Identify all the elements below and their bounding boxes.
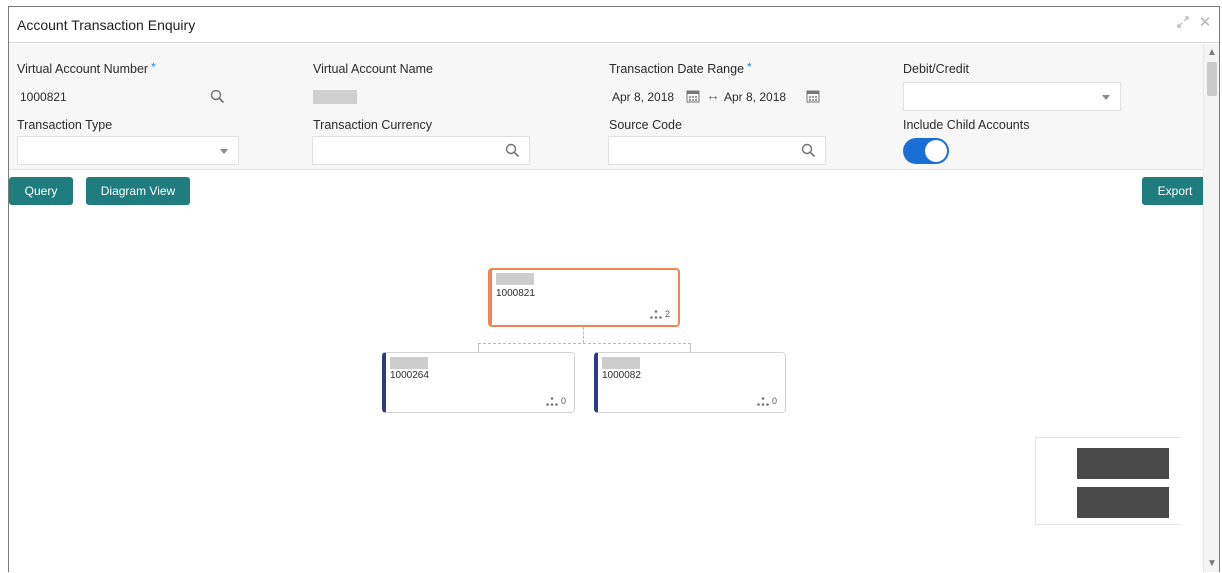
connector-line: [478, 343, 691, 344]
child-count: 2: [650, 309, 670, 319]
include-child-accounts-toggle[interactable]: [903, 138, 949, 164]
child-count: 0: [546, 396, 566, 406]
search-icon[interactable]: [210, 89, 226, 105]
hierarchy-icon: [757, 397, 769, 406]
hierarchy-icon: [546, 397, 558, 406]
virtual-account-name-value: [313, 90, 357, 104]
virtual-account-name-field: Virtual Account Name: [313, 60, 433, 78]
transaction-date-range-field: Transaction Date Range *: [609, 60, 752, 78]
account-id: 1000821: [496, 288, 535, 299]
virtual-account-number-value: 1000821: [20, 90, 67, 104]
range-separator: ↔: [706, 87, 720, 103]
transaction-currency-input[interactable]: [312, 136, 530, 165]
query-button[interactable]: Query: [9, 177, 73, 205]
debit-credit-field: Debit/Credit: [903, 60, 969, 78]
toggle-knob: [925, 140, 947, 162]
virtual-account-name-label: Virtual Account Name: [313, 62, 433, 76]
account-name-masked: [602, 357, 640, 369]
chevron-down-icon[interactable]: [220, 149, 228, 154]
search-icon[interactable]: [801, 143, 817, 159]
calendar-icon[interactable]: [686, 89, 700, 103]
close-icon[interactable]: ✕: [1197, 15, 1213, 31]
hierarchy-icon: [650, 310, 662, 319]
source-code-field: Source Code: [609, 116, 682, 134]
transaction-type-field: Transaction Type: [17, 116, 112, 134]
chevron-down-icon[interactable]: [1102, 95, 1110, 100]
required-mark: *: [747, 60, 752, 74]
minimap-block: [1077, 448, 1169, 479]
collapse-arrows-icon[interactable]: [1175, 15, 1191, 31]
transaction-currency-label: Transaction Currency: [313, 118, 433, 132]
search-icon[interactable]: [505, 143, 521, 159]
scroll-up-icon[interactable]: ▲: [1204, 46, 1219, 60]
include-child-accounts-label: Include Child Accounts: [903, 118, 1030, 132]
child-count: 0: [757, 396, 777, 406]
debit-credit-label: Debit/Credit: [903, 62, 969, 76]
account-id: 1000082: [602, 370, 641, 381]
include-child-accounts-field: Include Child Accounts: [903, 116, 1029, 134]
diagram-minimap[interactable]: [1035, 437, 1181, 525]
virtual-account-number-field: Virtual Account Number *: [17, 60, 156, 78]
child-count-value: 0: [560, 395, 566, 406]
virtual-account-number-label: Virtual Account Number: [17, 62, 149, 76]
account-node-child[interactable]: 1000082 0: [594, 352, 786, 413]
date-to-value[interactable]: Apr 8, 2018: [724, 90, 786, 104]
child-count-value: 2: [664, 308, 670, 319]
child-count-value: 0: [771, 395, 777, 406]
source-code-input[interactable]: [608, 136, 826, 165]
virtual-account-number-input[interactable]: 1000821: [13, 82, 235, 111]
account-node-root[interactable]: 1000821 2: [488, 268, 680, 327]
window-title: Account Transaction Enquiry: [17, 17, 196, 33]
search-criteria-panel: Virtual Account Number * 1000821 Virtual …: [9, 44, 1205, 170]
scrollbar-thumb[interactable]: [1207, 62, 1217, 96]
diagram-view-button[interactable]: Diagram View: [86, 177, 190, 205]
debit-credit-select[interactable]: [903, 82, 1121, 111]
title-bar: Account Transaction Enquiry ✕: [9, 7, 1219, 43]
transaction-date-range-input: Apr 8, 2018 ↔ Apr 8, 2018: [605, 82, 829, 111]
account-transaction-enquiry-window: Account Transaction Enquiry ✕ Virtual Ac…: [8, 6, 1220, 572]
source-code-label: Source Code: [609, 118, 682, 132]
scroll-down-icon[interactable]: ▼: [1204, 557, 1219, 571]
connector-line: [583, 327, 584, 343]
account-name-masked: [390, 357, 428, 369]
account-name-masked: [496, 273, 534, 285]
transaction-date-range-label: Transaction Date Range: [609, 62, 745, 76]
transaction-currency-field: Transaction Currency: [313, 116, 432, 134]
required-mark: *: [151, 60, 156, 74]
minimap-block: [1077, 487, 1169, 518]
account-node-child[interactable]: 1000264 0: [382, 352, 575, 413]
transaction-type-label: Transaction Type: [17, 118, 113, 132]
calendar-icon[interactable]: [806, 89, 820, 103]
export-button[interactable]: Export: [1142, 177, 1208, 205]
date-from-value[interactable]: Apr 8, 2018: [612, 90, 674, 104]
transaction-type-select[interactable]: [17, 136, 239, 165]
vertical-scrollbar[interactable]: ▲ ▼: [1203, 44, 1219, 572]
account-id: 1000264: [390, 370, 429, 381]
